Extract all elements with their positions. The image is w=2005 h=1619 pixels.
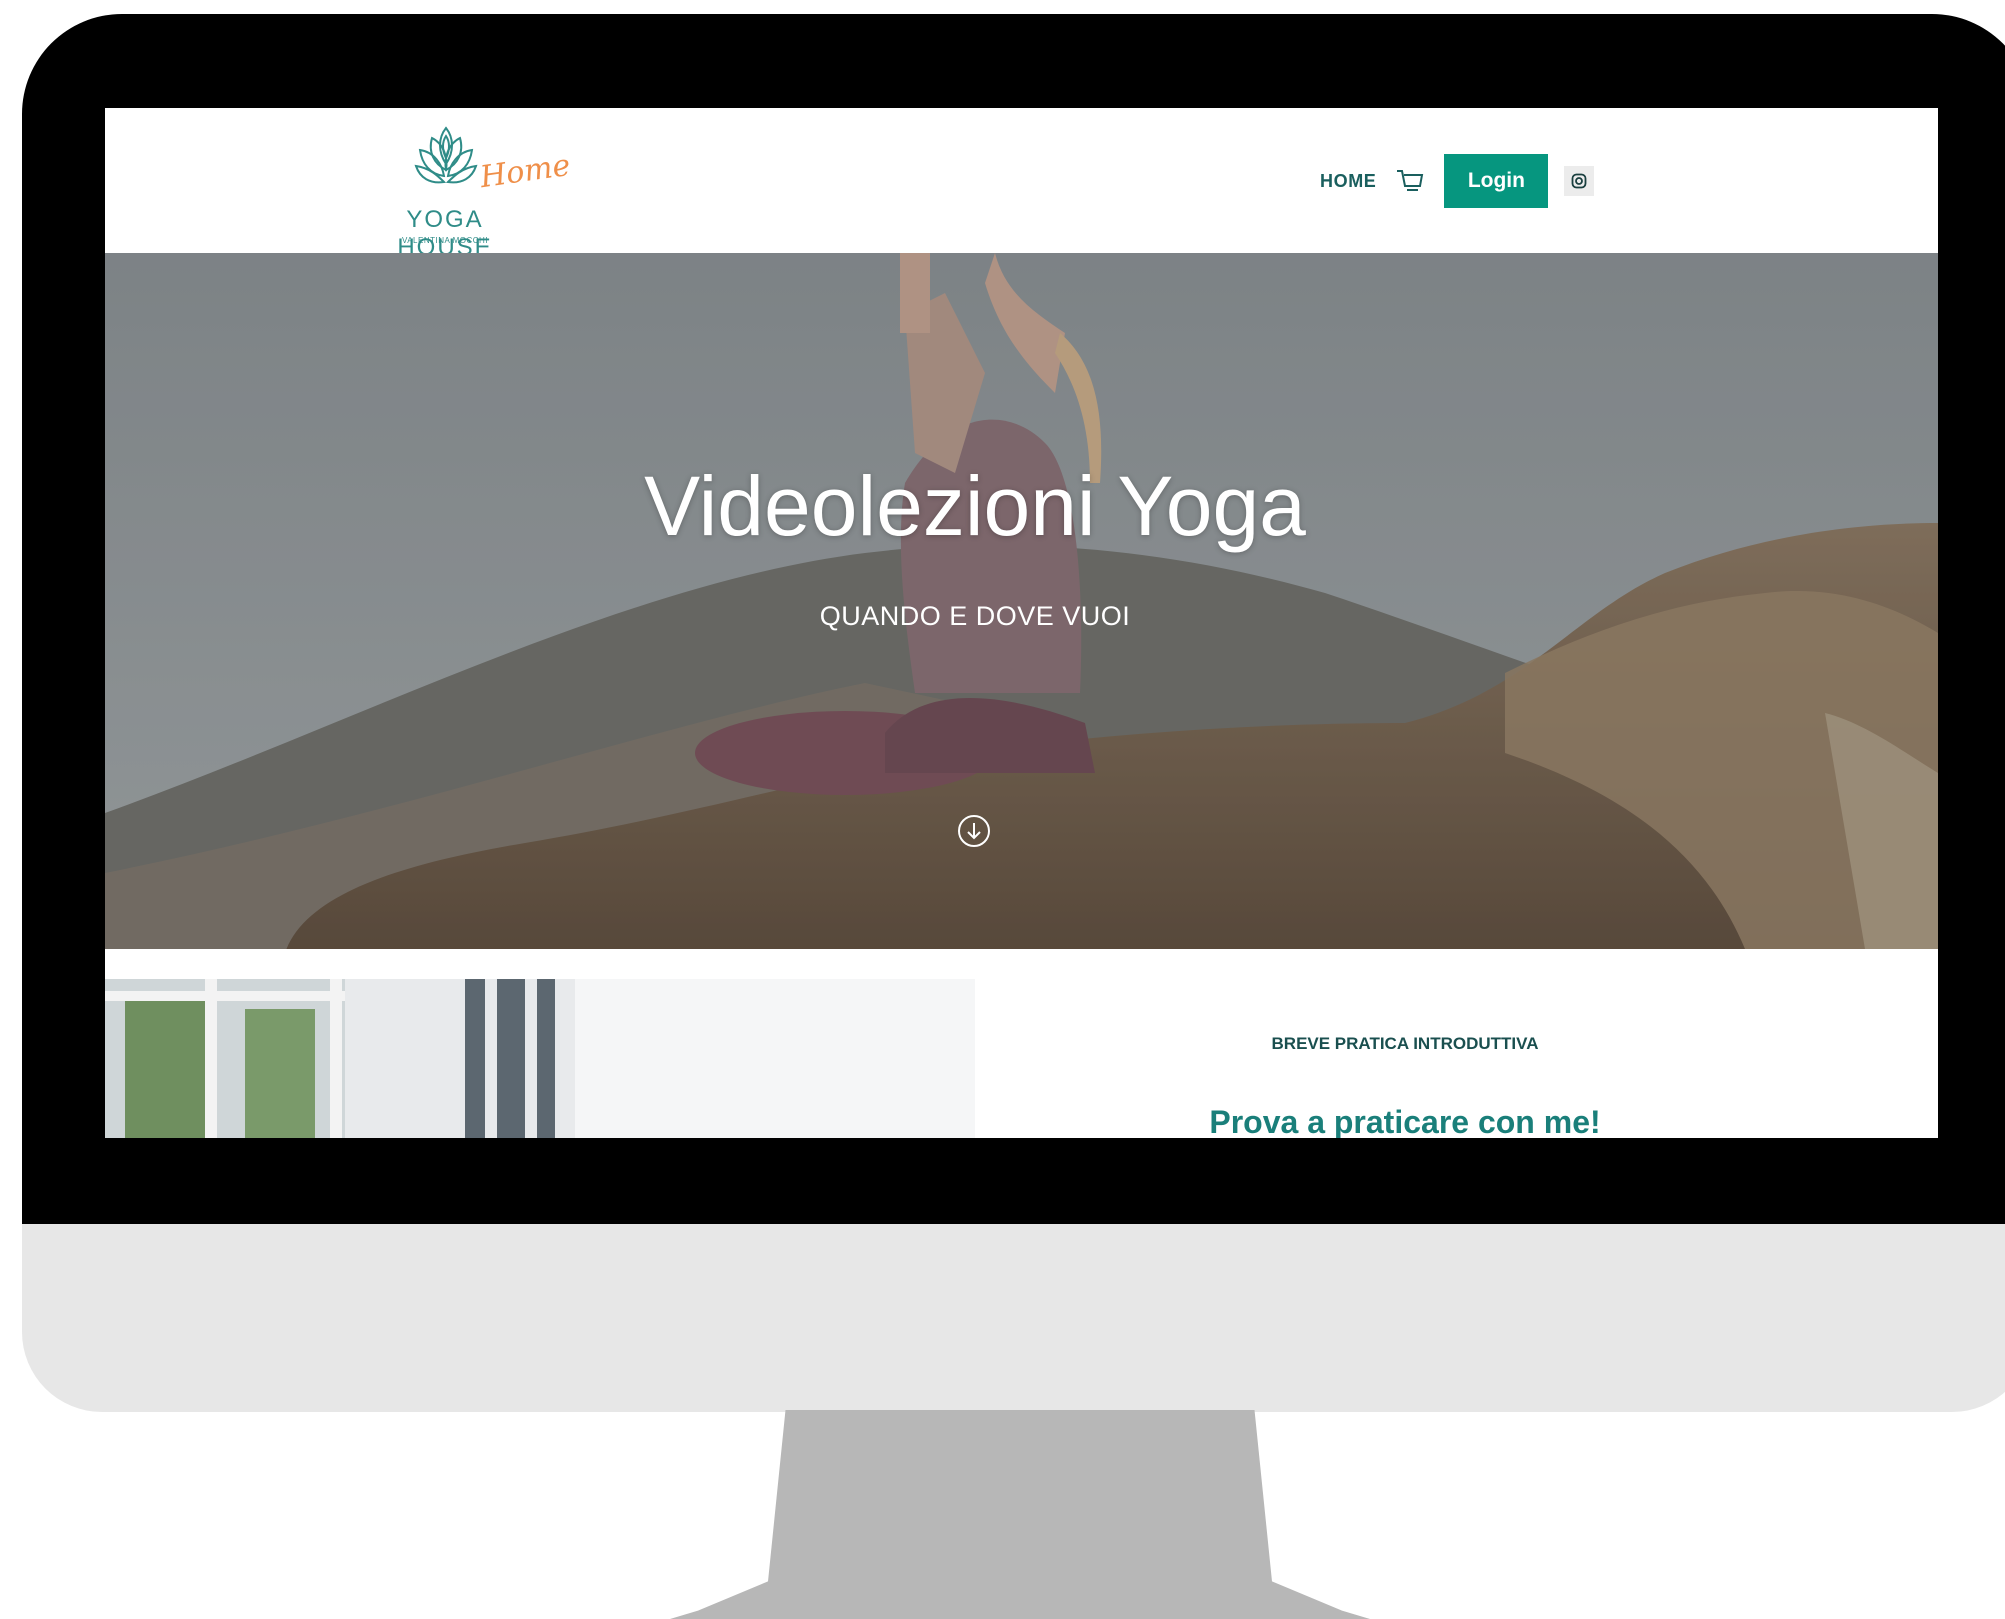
intro-title: Prova a praticare con me! (1209, 1104, 1601, 1138)
logo-subtitle: VALENTINA MOCCHI (401, 236, 489, 245)
lotus-icon (414, 126, 478, 184)
instagram-icon[interactable] (1564, 166, 1595, 196)
arrow-down-circle-icon[interactable] (956, 813, 992, 849)
intro-section: BREVE PRATICA INTRODUTTIVA Prova a prati… (105, 949, 1938, 1138)
site-header: Home YOGA HOUSE VALENTINA MOCCHI HOME Lo… (105, 108, 1938, 261)
monitor-screen: Home YOGA HOUSE VALENTINA MOCCHI HOME Lo… (105, 108, 1938, 1138)
intro-photo (105, 979, 975, 1138)
hero-title: Videolezioni Yoga (644, 459, 1306, 553)
monitor-chin (22, 1224, 2005, 1412)
login-button[interactable]: Login (1444, 154, 1549, 208)
main-nav: HOME Login (1320, 154, 1595, 208)
cart-icon[interactable] (1396, 168, 1424, 194)
hero-subtitle: QUANDO E DOVE VUOI (819, 601, 1131, 631)
logo-script-text: Home (478, 147, 573, 196)
yoga-house-logo[interactable]: Home YOGA HOUSE VALENTINA MOCCHI (355, 124, 575, 261)
hero-section: Videolezioni Yoga QUANDO E DOVE VUOI (105, 253, 1938, 949)
monitor-stand (670, 1410, 1370, 1619)
intro-label: BREVE PRATICA INTRODUTTIVA (1271, 1034, 1539, 1053)
nav-home-link[interactable]: HOME (1320, 171, 1376, 192)
